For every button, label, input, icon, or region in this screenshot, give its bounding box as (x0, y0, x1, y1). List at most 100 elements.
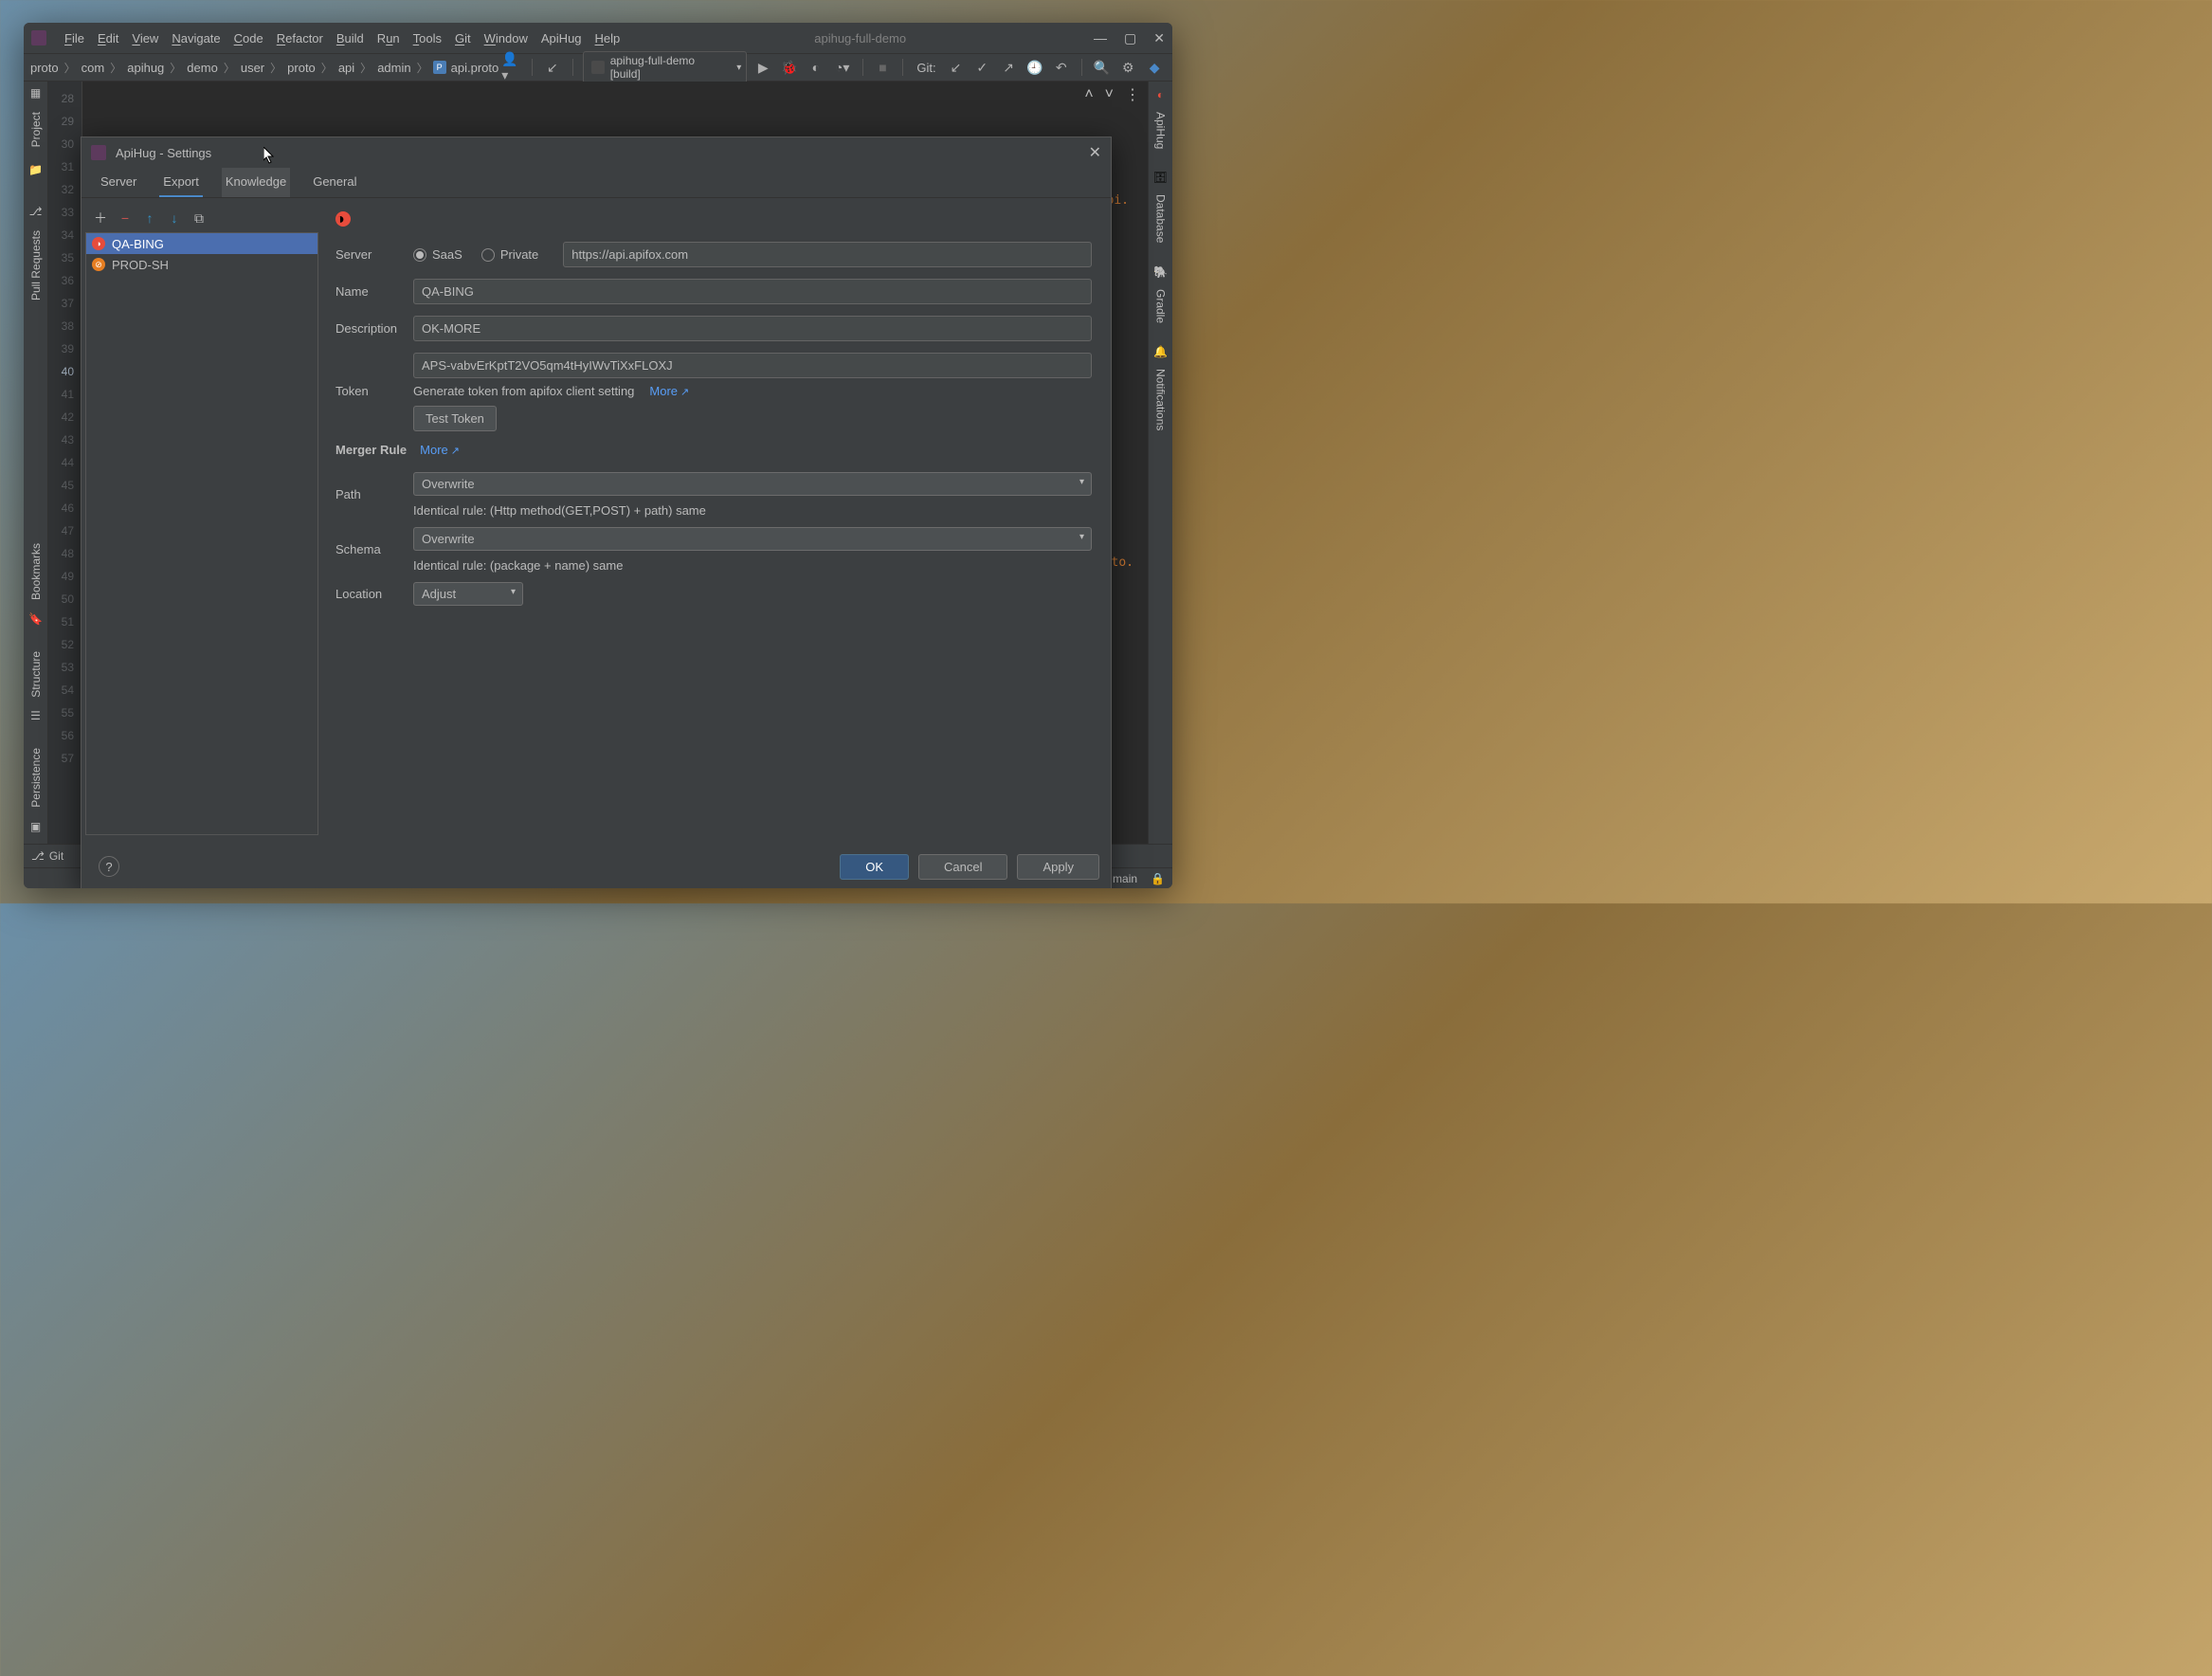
line-number[interactable]: 38 (48, 315, 82, 337)
menu-apihug[interactable]: ApiHug (535, 31, 589, 46)
server-url-input[interactable] (563, 242, 1092, 267)
gradle-tool[interactable]: Gradle (1154, 283, 1168, 329)
tab-export[interactable]: Export (159, 168, 203, 197)
bookmarks-icon[interactable]: 🔖 (28, 611, 44, 627)
folder-icon[interactable]: 📁 (28, 162, 44, 177)
server-item-qa-bing[interactable]: ◑ QA-BING (86, 233, 317, 254)
token-input[interactable] (413, 353, 1092, 378)
crumb[interactable]: com (79, 61, 108, 75)
line-number[interactable]: 48 (48, 542, 82, 565)
crumb-file[interactable]: api.proto (448, 61, 502, 75)
line-number[interactable]: 52 (48, 633, 82, 656)
line-number[interactable]: 45 (48, 474, 82, 497)
tab-general[interactable]: General (309, 168, 360, 197)
plugin-icon[interactable]: ◆ (1144, 57, 1165, 78)
debug-icon[interactable]: 🐞 (779, 57, 800, 78)
git-pull-icon[interactable]: ↙ (946, 57, 967, 78)
radio-private[interactable]: Private (481, 247, 538, 262)
more-icon[interactable]: ⋮ (1125, 85, 1140, 104)
line-number[interactable]: 44 (48, 451, 82, 474)
line-number[interactable]: 47 (48, 519, 82, 542)
persistence-tool[interactable]: Persistence (29, 740, 43, 815)
chevron-up-icon[interactable]: ˄ (1084, 86, 1093, 103)
crumb[interactable]: api (335, 61, 357, 75)
stop-icon[interactable]: ■ (873, 57, 894, 78)
line-number[interactable]: 29 (48, 110, 82, 133)
menu-git[interactable]: Git (448, 31, 478, 46)
line-number[interactable]: 28 (48, 87, 82, 110)
lock-icon[interactable]: 🔒 (1151, 872, 1165, 885)
menu-code[interactable]: Code (227, 31, 270, 46)
line-number[interactable]: 54 (48, 679, 82, 701)
close-icon[interactable]: ✕ (1153, 30, 1165, 46)
gear-icon[interactable]: ⚙ (1117, 57, 1138, 78)
menu-run[interactable]: Run (371, 31, 407, 46)
run-icon[interactable]: ▶ (752, 57, 773, 78)
line-number[interactable]: 40 (48, 360, 82, 383)
line-number[interactable]: 35 (48, 246, 82, 269)
menu-refactor[interactable]: Refactor (270, 31, 330, 46)
persistence-icon[interactable]: ▣ (28, 819, 44, 834)
chevron-down-icon[interactable]: ˅ (1105, 86, 1114, 103)
remove-button[interactable]: − (116, 209, 135, 228)
line-number[interactable]: 56 (48, 724, 82, 747)
line-number[interactable]: 49 (48, 565, 82, 588)
menu-help[interactable]: Help (589, 31, 627, 46)
more-link[interactable]: More↗ (649, 384, 689, 398)
minimize-icon[interactable]: — (1094, 30, 1107, 46)
more-link[interactable]: More↗ (420, 443, 460, 457)
profile-icon[interactable]: ◔▾ (832, 57, 853, 78)
location-select[interactable]: Adjust (413, 582, 523, 606)
pull-requests-tool[interactable]: Pull Requests (29, 223, 43, 308)
gradle-tool-icon[interactable]: 🐘 (1153, 264, 1169, 280)
notifications-tool-icon[interactable]: 🔔 (1153, 344, 1169, 359)
line-number[interactable]: 30 (48, 133, 82, 155)
apihug-tool[interactable]: ApiHug (1154, 106, 1168, 155)
schema-select[interactable]: Overwrite (413, 527, 1092, 551)
line-number[interactable]: 36 (48, 269, 82, 292)
apihug-tool-icon[interactable]: ◐ (1153, 87, 1169, 102)
pull-requests-icon[interactable]: ⎇ (28, 204, 44, 219)
path-select[interactable]: Overwrite (413, 472, 1092, 496)
name-input[interactable] (413, 279, 1092, 304)
crumb[interactable]: demo (184, 61, 221, 75)
line-number[interactable]: 32 (48, 178, 82, 201)
radio-saas[interactable]: SaaS (413, 247, 462, 262)
crumb[interactable]: admin (374, 61, 413, 75)
coverage-icon[interactable]: ◐ (806, 57, 826, 78)
menu-edit[interactable]: Edit (91, 31, 125, 46)
menu-navigate[interactable]: Navigate (165, 31, 227, 46)
git-push-icon[interactable]: ↗ (998, 57, 1019, 78)
bookmarks-tool[interactable]: Bookmarks (29, 536, 43, 608)
line-number[interactable]: 50 (48, 588, 82, 610)
menu-build[interactable]: Build (330, 31, 371, 46)
crumb[interactable]: apihug (124, 61, 167, 75)
crumb[interactable]: user (238, 61, 267, 75)
line-number[interactable]: 41 (48, 383, 82, 406)
menu-file[interactable]: File (58, 31, 91, 46)
database-tool-icon[interactable]: 🗄 (1153, 170, 1169, 185)
line-number[interactable]: 55 (48, 701, 82, 724)
git-commit-icon[interactable]: ✓ (971, 57, 992, 78)
tab-knowledge[interactable]: Knowledge (222, 168, 290, 197)
structure-tool[interactable]: Structure (29, 644, 43, 705)
git-rollback-icon[interactable]: ↶ (1051, 57, 1072, 78)
line-number[interactable]: 51 (48, 610, 82, 633)
line-number[interactable]: 33 (48, 201, 82, 224)
database-tool[interactable]: Database (1154, 189, 1168, 248)
notifications-tool[interactable]: Notifications (1154, 363, 1168, 436)
line-number[interactable]: 43 (48, 428, 82, 451)
ok-button[interactable]: OK (840, 854, 909, 880)
line-number[interactable]: 37 (48, 292, 82, 315)
cancel-button[interactable]: Cancel (918, 854, 1007, 880)
line-number[interactable]: 46 (48, 497, 82, 519)
line-number[interactable]: 57 (48, 747, 82, 770)
server-item-prod-sh[interactable]: ⊘ PROD-SH (86, 254, 317, 275)
line-number[interactable]: 42 (48, 406, 82, 428)
line-number[interactable]: 39 (48, 337, 82, 360)
structure-icon[interactable]: ☰ (28, 708, 44, 723)
project-tool-icon[interactable]: ▦ (28, 85, 44, 100)
menu-view[interactable]: View (125, 31, 165, 46)
user-icon[interactable]: 👤▾ (501, 57, 522, 78)
menu-window[interactable]: Window (478, 31, 535, 46)
